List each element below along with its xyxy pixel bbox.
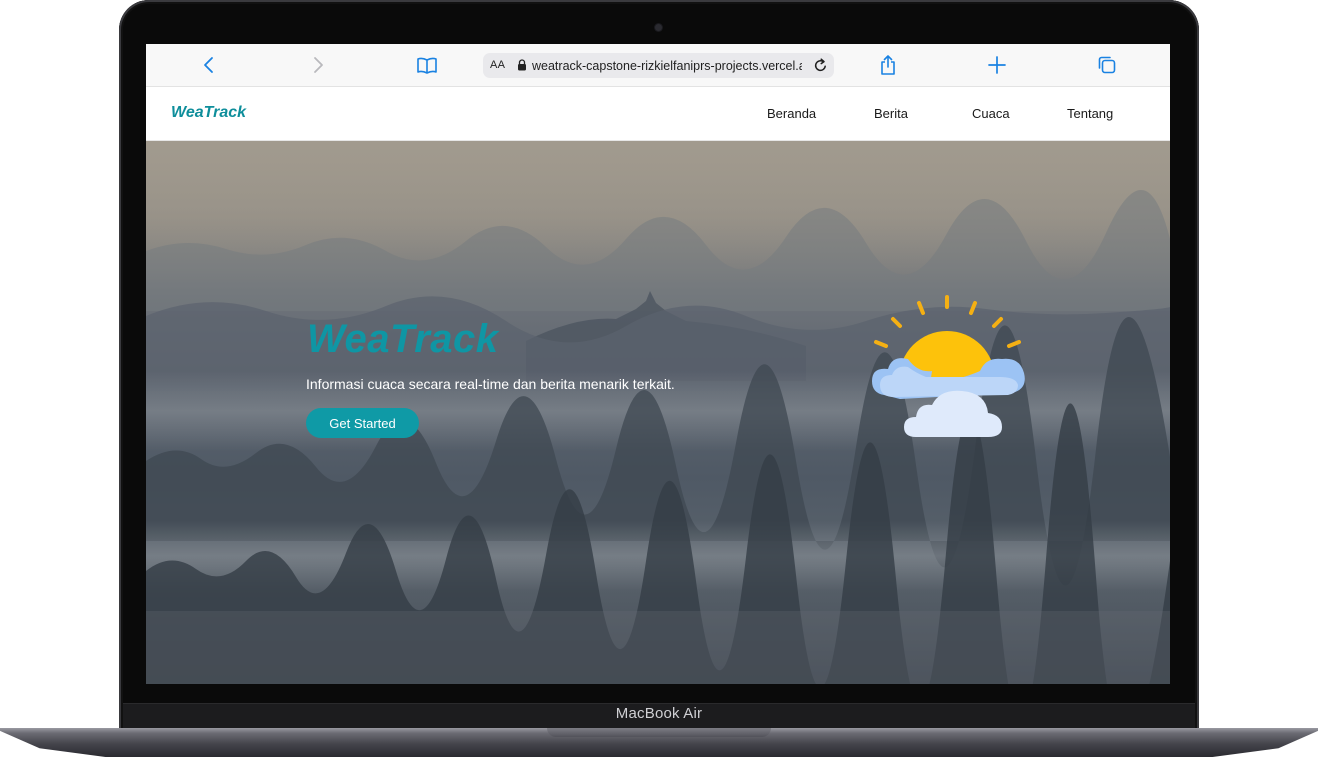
- laptop-base-notch: [547, 728, 771, 737]
- share-icon[interactable]: [877, 54, 899, 76]
- plus-icon[interactable]: [986, 54, 1008, 76]
- hero-title: WeaTrack: [307, 317, 499, 361]
- chevron-right-icon[interactable]: [307, 54, 329, 76]
- book-icon[interactable]: [416, 54, 438, 76]
- camera-icon: [655, 24, 662, 31]
- nav-link-berita[interactable]: Berita: [874, 106, 908, 121]
- text-size-button[interactable]: AA: [490, 59, 505, 71]
- get-started-button[interactable]: Get Started: [306, 408, 419, 438]
- url-text: weatrack-capstone-rizkielfaniprs-project…: [532, 59, 802, 73]
- lock-icon: [518, 59, 526, 71]
- device-label: MacBook Air: [615, 705, 703, 722]
- hero-section: WeaTrack Informasi cuaca secara real-tim…: [146, 141, 1170, 684]
- screen: AA weatrack-capstone-rizkielfaniprs-proj…: [146, 44, 1170, 684]
- reload-icon[interactable]: [812, 57, 829, 74]
- browser-toolbar: AA weatrack-capstone-rizkielfaniprs-proj…: [146, 44, 1170, 87]
- site-navbar: WeaTrack Beranda Berita Cuaca Tentang: [146, 87, 1170, 141]
- address-bar[interactable]: AA weatrack-capstone-rizkielfaniprs-proj…: [483, 53, 834, 78]
- nav-link-beranda[interactable]: Beranda: [767, 106, 816, 121]
- tabs-icon[interactable]: [1096, 54, 1118, 76]
- chevron-left-icon[interactable]: [198, 54, 220, 76]
- sun-behind-clouds-icon: [872, 295, 1025, 437]
- brand-logo[interactable]: WeaTrack: [171, 104, 246, 122]
- hero-subtitle: Informasi cuaca secara real-time dan ber…: [306, 376, 675, 392]
- nav-link-cuaca[interactable]: Cuaca: [972, 106, 1010, 121]
- nav-link-tentang[interactable]: Tentang: [1067, 106, 1113, 121]
